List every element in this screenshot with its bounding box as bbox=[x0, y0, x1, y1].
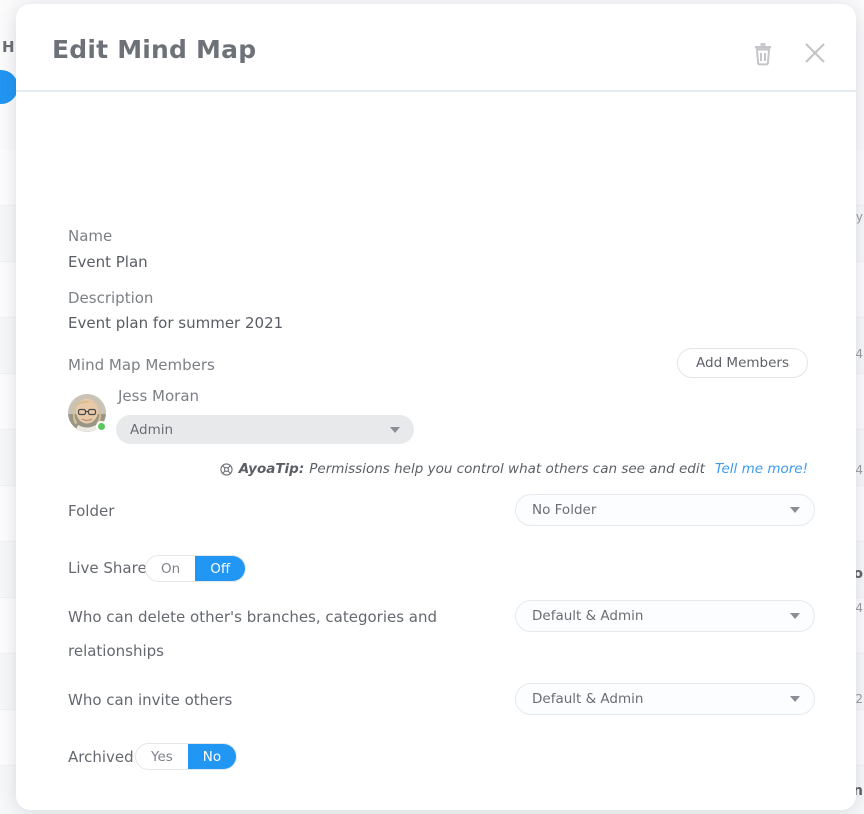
folder-select[interactable]: No Folder bbox=[515, 494, 815, 526]
archived-toggle[interactable]: Yes No bbox=[135, 743, 238, 770]
background-right-label: y bbox=[855, 210, 863, 224]
dialog-header: Edit Mind Map bbox=[16, 4, 856, 92]
background-left-label: H bbox=[2, 38, 16, 56]
screen: H y 4 4 lo 4 2 in Edit Mind Map bbox=[0, 0, 864, 814]
invite-permission-value: Default & Admin bbox=[532, 691, 644, 707]
member-name: Jess Moran bbox=[118, 387, 200, 405]
invite-permission-select[interactable]: Default & Admin bbox=[515, 683, 815, 715]
live-share-option-off[interactable]: Off bbox=[195, 556, 246, 581]
description-label: Description bbox=[68, 289, 154, 307]
archived-label: Archived bbox=[68, 748, 134, 766]
live-share-option-on[interactable]: On bbox=[146, 556, 195, 581]
ayoa-tip-brand: AyoaTip: bbox=[238, 461, 305, 477]
chevron-down-icon bbox=[790, 613, 800, 619]
chevron-down-icon bbox=[390, 426, 400, 433]
member-role-select[interactable]: Admin bbox=[116, 415, 414, 444]
header-actions bbox=[748, 38, 830, 68]
members-label: Mind Map Members bbox=[68, 356, 215, 374]
edit-mind-map-dialog: Edit Mind Map Name Event Plan Descriptio… bbox=[16, 4, 856, 810]
delete-permission-select[interactable]: Default & Admin bbox=[515, 600, 815, 632]
archived-option-yes[interactable]: Yes bbox=[136, 744, 188, 769]
member-info: Jess Moran Admin bbox=[116, 384, 414, 444]
archived-option-no[interactable]: No bbox=[187, 744, 237, 769]
invite-permission-label: Who can invite others bbox=[68, 691, 233, 709]
name-value[interactable]: Event Plan bbox=[68, 255, 148, 270]
avatar-wrap bbox=[68, 394, 107, 432]
chevron-down-icon bbox=[790, 507, 800, 513]
tell-me-more-link[interactable]: Tell me more! bbox=[715, 461, 808, 477]
live-share-label: Live Share bbox=[68, 559, 147, 577]
ayoa-logo-icon bbox=[220, 462, 233, 476]
live-share-toggle[interactable]: On Off bbox=[145, 555, 247, 582]
add-members-button[interactable]: Add Members bbox=[677, 348, 808, 378]
close-icon[interactable] bbox=[800, 38, 830, 68]
description-value[interactable]: Event plan for summer 2021 bbox=[68, 316, 283, 331]
background-right-label: 4 bbox=[855, 601, 863, 615]
trash-icon[interactable] bbox=[748, 38, 778, 68]
background-right-label: 2 bbox=[855, 692, 863, 706]
member-role-value: Admin bbox=[130, 421, 174, 438]
delete-permission-value: Default & Admin bbox=[532, 608, 644, 624]
folder-value: No Folder bbox=[532, 502, 597, 518]
name-label: Name bbox=[68, 227, 113, 245]
ayoa-tip-text: Permissions help you control what others… bbox=[309, 461, 705, 477]
folder-label: Folder bbox=[68, 502, 115, 520]
background-right-label: 4 bbox=[855, 463, 863, 477]
background-right-label: 4 bbox=[855, 347, 863, 361]
ayoa-tip: AyoaTip: Permissions help you control wh… bbox=[220, 461, 808, 477]
online-status-dot bbox=[96, 421, 107, 432]
dialog-title: Edit Mind Map bbox=[52, 35, 257, 64]
chevron-down-icon bbox=[790, 696, 800, 702]
member-row: Jess Moran Admin bbox=[68, 384, 414, 444]
delete-permission-label: Who can delete other's branches, categor… bbox=[68, 608, 438, 660]
